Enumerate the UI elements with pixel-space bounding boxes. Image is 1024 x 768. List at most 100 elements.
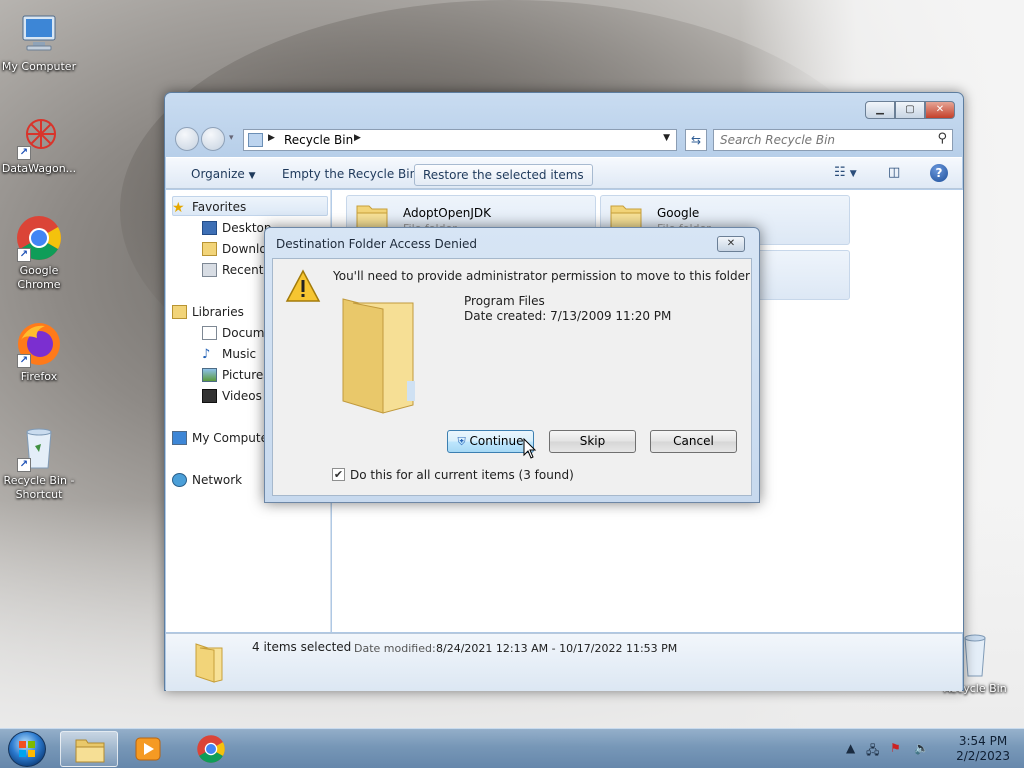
nav-label: Favorites — [192, 200, 247, 214]
taskbar-explorer-button[interactable] — [60, 731, 118, 767]
nav-label: Network — [192, 473, 243, 487]
taskbar-media-player-button[interactable] — [120, 731, 178, 767]
nav-item-libraries[interactable]: Libraries — [172, 305, 244, 319]
dialog-close-button[interactable]: ✕ — [717, 236, 745, 252]
nav-item-computer[interactable]: My Computer — [172, 431, 273, 445]
nav-label: My Computer — [192, 431, 273, 445]
desktop-icon-recycle-shortcut[interactable]: ↗ Recycle Bin - Shortcut — [0, 424, 78, 502]
nav-item-pictures[interactable]: Pictures — [202, 368, 270, 382]
desktop-icon-label: Firefox — [20, 370, 58, 383]
minimize-button[interactable]: ▁ — [865, 101, 895, 119]
recent-pages-icon[interactable]: ▾ — [229, 133, 234, 143]
skip-button[interactable]: Skip — [549, 430, 636, 453]
chevron-right-icon[interactable]: ▶ — [354, 133, 361, 143]
chrome-icon — [197, 735, 225, 763]
forward-button[interactable] — [201, 127, 225, 151]
folder-date-created: Date created: 7/13/2009 11:20 PM — [464, 309, 672, 323]
shortcut-arrow-icon: ↗ — [17, 458, 31, 472]
network-icon — [172, 473, 187, 487]
nav-label: Videos — [222, 389, 262, 403]
date-modified-label: Date modified: — [354, 642, 436, 655]
clock-time: 3:54 PM — [958, 734, 1008, 748]
search-box[interactable]: ⚲ — [713, 129, 953, 151]
empty-recycle-bin-button[interactable]: Empty the Recycle Bin — [274, 164, 425, 186]
help-icon[interactable]: ? — [930, 164, 948, 182]
videos-icon — [202, 389, 217, 403]
pictures-icon — [202, 368, 217, 382]
recycle-bin-icon — [248, 133, 263, 147]
action-center-icon[interactable]: ⚑ — [890, 741, 901, 755]
documents-icon — [202, 326, 217, 340]
continue-label: Continue — [469, 434, 524, 448]
folder-icon — [75, 739, 105, 763]
breadcrumb[interactable]: Recycle Bin — [284, 133, 353, 147]
folder-icon — [195, 643, 223, 683]
nav-item-network[interactable]: Network — [172, 473, 243, 487]
organize-label: Organize — [191, 167, 245, 181]
datawagon-icon: ↗ — [15, 112, 63, 160]
desktop-icon-label: Google Chrome — [17, 264, 61, 291]
libraries-icon — [172, 305, 187, 319]
command-bar: Organize ▼ Empty the Recycle Bin Restore… — [166, 157, 962, 189]
file-name: AdoptOpenJDK — [403, 206, 491, 220]
desktop-icon-firefox[interactable]: ↗ Firefox — [0, 320, 78, 384]
selection-count: 4 items selected — [252, 640, 352, 654]
recent-places-icon — [202, 263, 217, 277]
recycle-bin-icon: ↗ — [15, 424, 63, 472]
shield-icon: ⛨ — [457, 435, 466, 448]
downloads-icon — [202, 242, 217, 256]
file-name: Google — [657, 206, 700, 220]
nav-label: Music — [222, 347, 257, 361]
start-button[interactable] — [8, 731, 46, 767]
mouse-cursor-icon — [523, 438, 537, 459]
apply-to-all-checkbox[interactable]: ✔ — [332, 468, 345, 481]
address-bar[interactable]: ▶ Recycle Bin ▶ ▼ — [243, 129, 677, 151]
close-button[interactable]: ✕ — [925, 101, 955, 119]
nav-item-favorites[interactable]: ★ Favorites — [172, 200, 247, 216]
chevron-down-icon[interactable]: ▼ — [663, 133, 670, 143]
desktop-icon-chrome[interactable]: ↗ Google Chrome — [0, 214, 78, 292]
cancel-button[interactable]: Cancel — [650, 430, 737, 453]
shortcut-arrow-icon: ↗ — [17, 146, 31, 160]
restore-selected-button[interactable]: Restore the selected items — [414, 164, 593, 186]
warning-icon — [285, 269, 321, 302]
firefox-icon: ↗ — [15, 320, 63, 368]
music-icon: ♪ — [202, 347, 211, 362]
star-icon: ★ — [172, 200, 185, 216]
taskbar: ▲ 🖧 ⚑ 🔈 3:54 PM 2/2/2023 — [0, 728, 1024, 768]
chevron-right-icon[interactable]: ▶ — [268, 133, 275, 143]
taskbar-chrome-button[interactable] — [182, 731, 240, 767]
nav-item-music[interactable]: ♪ Music — [202, 347, 257, 362]
desktop-icon-my-computer[interactable]: My Computer — [0, 10, 78, 74]
preview-pane-icon[interactable]: ◫ — [888, 165, 900, 180]
search-icon[interactable]: ⚲ — [937, 131, 947, 146]
computer-icon — [15, 10, 63, 58]
date-modified-value: 8/24/2021 12:13 AM - 10/17/2022 11:53 PM — [436, 642, 678, 655]
media-player-icon — [135, 737, 161, 761]
organize-menu[interactable]: Organize ▼ — [183, 164, 264, 186]
computer-icon — [172, 431, 187, 445]
shortcut-arrow-icon: ↗ — [17, 248, 31, 262]
desktop-icon-datawagon[interactable]: ↗ DataWagon... — [0, 112, 78, 176]
navigation-bar: ▾ ▶ Recycle Bin ▶ ▼ ⇆ ⚲ — [173, 125, 957, 151]
continue-button[interactable]: ⛨ Continue — [447, 430, 534, 453]
clock[interactable]: 3:54 PM 2/2/2023 — [956, 734, 1010, 764]
volume-icon[interactable]: 🔈 — [914, 741, 929, 755]
view-options-icon[interactable]: ☷ ▼ — [834, 165, 857, 180]
access-denied-dialog: Destination Folder Access Denied ✕ You'l… — [264, 227, 760, 503]
refresh-button[interactable]: ⇆ — [685, 129, 707, 151]
apply-to-all-label[interactable]: Do this for all current items (3 found) — [350, 468, 574, 482]
back-button[interactable] — [175, 127, 199, 151]
dialog-title: Destination Folder Access Denied — [276, 237, 478, 251]
windows-logo-icon — [19, 741, 35, 757]
maximize-button[interactable]: ▢ — [895, 101, 925, 119]
chevron-down-icon: ▼ — [248, 171, 256, 181]
nav-item-videos[interactable]: Videos — [202, 389, 262, 403]
show-hidden-icons-button[interactable]: ▲ — [846, 741, 855, 755]
shortcut-arrow-icon: ↗ — [17, 354, 31, 368]
search-input[interactable] — [714, 130, 924, 150]
network-status-icon[interactable]: 🖧 — [866, 741, 879, 762]
desktop-icon-label: Recycle Bin - Shortcut — [3, 474, 75, 501]
details-pane: 4 items selected Date modified: 8/24/202… — [166, 633, 962, 691]
dialog-body: You'll need to provide administrator per… — [272, 258, 752, 496]
